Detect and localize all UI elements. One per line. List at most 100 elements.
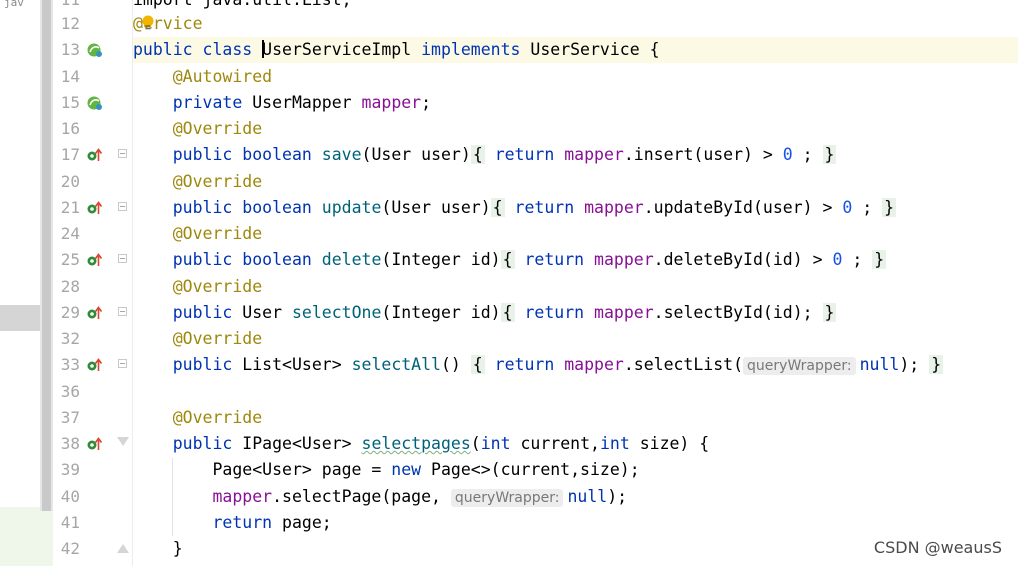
line-number[interactable]: 41 bbox=[53, 510, 80, 536]
annotation: @Override bbox=[172, 329, 263, 348]
gutter-row: 40 bbox=[53, 484, 132, 510]
line-number[interactable]: 24 bbox=[53, 221, 80, 247]
implementing-method-icon[interactable] bbox=[86, 200, 103, 216]
project-scrollbar-thumb[interactable] bbox=[42, 0, 51, 511]
project-scrollbar[interactable] bbox=[40, 0, 53, 511]
annotation: @Override bbox=[172, 119, 263, 138]
annotation: @Override bbox=[172, 277, 263, 296]
folded-block[interactable]: { bbox=[500, 250, 515, 269]
annotation: @Autowired bbox=[172, 67, 273, 86]
line-number[interactable]: 39 bbox=[53, 457, 80, 483]
line-number[interactable]: 12 bbox=[53, 11, 80, 37]
code-line-25: public boolean delete(Integer id){ retur… bbox=[172, 250, 887, 269]
folded-block-end[interactable]: } bbox=[872, 250, 887, 269]
gutter-row: 41 bbox=[53, 510, 132, 536]
fold-toggle[interactable] bbox=[118, 149, 127, 158]
method-name: save bbox=[321, 145, 362, 164]
method-name: delete bbox=[321, 250, 382, 269]
fold-toggle[interactable] bbox=[117, 544, 129, 553]
line-number[interactable]: 14 bbox=[53, 64, 80, 90]
line-number[interactable]: 42 bbox=[53, 536, 80, 562]
code-line-14: @Autowired bbox=[133, 64, 1018, 90]
watermark: CSDN @weausS bbox=[873, 538, 1002, 557]
method-name: selectOne bbox=[291, 303, 382, 322]
code-line-38: public IPage<User> selectpages(int curre… bbox=[172, 434, 710, 453]
annotation: @Override bbox=[172, 408, 263, 427]
parameter-hint: queryWrapper: bbox=[743, 357, 856, 375]
line-number[interactable]: 29 bbox=[53, 300, 80, 326]
line-number[interactable]: 37 bbox=[53, 405, 80, 431]
project-panel: jav bbox=[0, 0, 53, 566]
line-number[interactable]: 16 bbox=[53, 116, 80, 142]
fold-toggle[interactable] bbox=[118, 359, 127, 368]
line-number[interactable]: 21 bbox=[53, 195, 80, 221]
gutter-row: 38 bbox=[53, 431, 132, 457]
line-number[interactable]: 13 bbox=[53, 37, 80, 63]
implementing-method-icon[interactable] bbox=[86, 436, 103, 452]
gutter-row: 36 bbox=[53, 379, 132, 405]
line-number[interactable]: 40 bbox=[53, 484, 80, 510]
folded-block-end[interactable]: } bbox=[882, 198, 897, 217]
line-number[interactable]: 33 bbox=[53, 352, 80, 378]
editor-gutter: 1112131415161720212425282932333637383940… bbox=[53, 0, 133, 566]
code-line-32: @Override bbox=[133, 326, 1018, 352]
project-tree-stub: jav bbox=[4, 0, 24, 9]
code-line-29: public User selectOne(Integer id){ retur… bbox=[172, 303, 837, 322]
fold-toggle[interactable] bbox=[117, 437, 129, 446]
code-line-24: @Override bbox=[133, 221, 1018, 247]
lightbulb-icon[interactable] bbox=[141, 15, 155, 31]
method-name: selectAll bbox=[351, 355, 441, 374]
code-line-20: @Override bbox=[133, 169, 1018, 195]
line-number[interactable]: 38 bbox=[53, 431, 80, 457]
gutter-row: 21 bbox=[53, 195, 132, 221]
implementing-method-icon[interactable] bbox=[86, 305, 103, 321]
gutter-row: 17 bbox=[53, 142, 132, 168]
folded-block-end[interactable]: } bbox=[822, 303, 837, 322]
implementing-method-icon[interactable] bbox=[86, 357, 103, 373]
folded-block[interactable]: { bbox=[470, 145, 485, 164]
gutter-row: 13 bbox=[53, 37, 132, 63]
implementing-method-icon[interactable] bbox=[86, 147, 103, 163]
folded-block-end[interactable]: } bbox=[929, 355, 944, 374]
code-line-12: @ervice bbox=[133, 14, 203, 33]
folded-block[interactable]: { bbox=[500, 303, 515, 322]
method-name: selectpages bbox=[361, 434, 471, 453]
fold-toggle[interactable] bbox=[118, 307, 127, 316]
class-name: UserServiceImpl bbox=[262, 40, 412, 59]
indent-guide bbox=[172, 458, 173, 536]
implementing-method-icon[interactable] bbox=[86, 252, 103, 268]
gutter-row: 20 bbox=[53, 169, 132, 195]
fold-toggle[interactable] bbox=[118, 254, 127, 263]
parameter-hint: queryWrapper: bbox=[450, 489, 564, 507]
folded-block[interactable]: { bbox=[490, 198, 505, 217]
code-line-40: mapper.selectPage(page, queryWrapper: nul… bbox=[212, 487, 628, 507]
project-tree-highlight bbox=[0, 507, 53, 566]
code-line-13: public class UserServiceImpl implements … bbox=[133, 37, 1018, 63]
line-number[interactable]: 36 bbox=[53, 379, 80, 405]
bean-icon[interactable] bbox=[86, 95, 103, 111]
code-line-28: @Override bbox=[133, 274, 1018, 300]
gutter-row: 29 bbox=[53, 300, 132, 326]
gutter-row: 37 bbox=[53, 405, 132, 431]
annotation: @Override bbox=[172, 172, 263, 191]
line-number[interactable]: 28 bbox=[53, 274, 80, 300]
bean-icon[interactable] bbox=[86, 42, 103, 58]
line-number[interactable]: 25 bbox=[53, 247, 80, 273]
code-line-37: @Override bbox=[133, 405, 1018, 431]
folded-block-end[interactable]: } bbox=[822, 145, 837, 164]
code-line-39: Page<User> page = new Page<>(current,siz… bbox=[212, 460, 640, 479]
line-number[interactable]: 15 bbox=[53, 90, 80, 116]
gutter-row: 14 bbox=[53, 64, 132, 90]
fold-toggle[interactable] bbox=[118, 202, 127, 211]
gutter-row: 25 bbox=[53, 247, 132, 273]
gutter-row: 39 bbox=[53, 457, 132, 483]
gutter-row: 28 bbox=[53, 274, 132, 300]
code-line-16: @Override bbox=[133, 116, 1018, 142]
folded-block[interactable]: { bbox=[470, 355, 485, 374]
line-number[interactable]: 20 bbox=[53, 169, 80, 195]
line-number[interactable]: 17 bbox=[53, 142, 80, 168]
gutter-row: 15 bbox=[53, 90, 132, 116]
gutter-row: 12 bbox=[53, 11, 132, 37]
code-editor[interactable]: import java.util.List; @ervice public cl… bbox=[133, 0, 1018, 566]
line-number[interactable]: 32 bbox=[53, 326, 80, 352]
